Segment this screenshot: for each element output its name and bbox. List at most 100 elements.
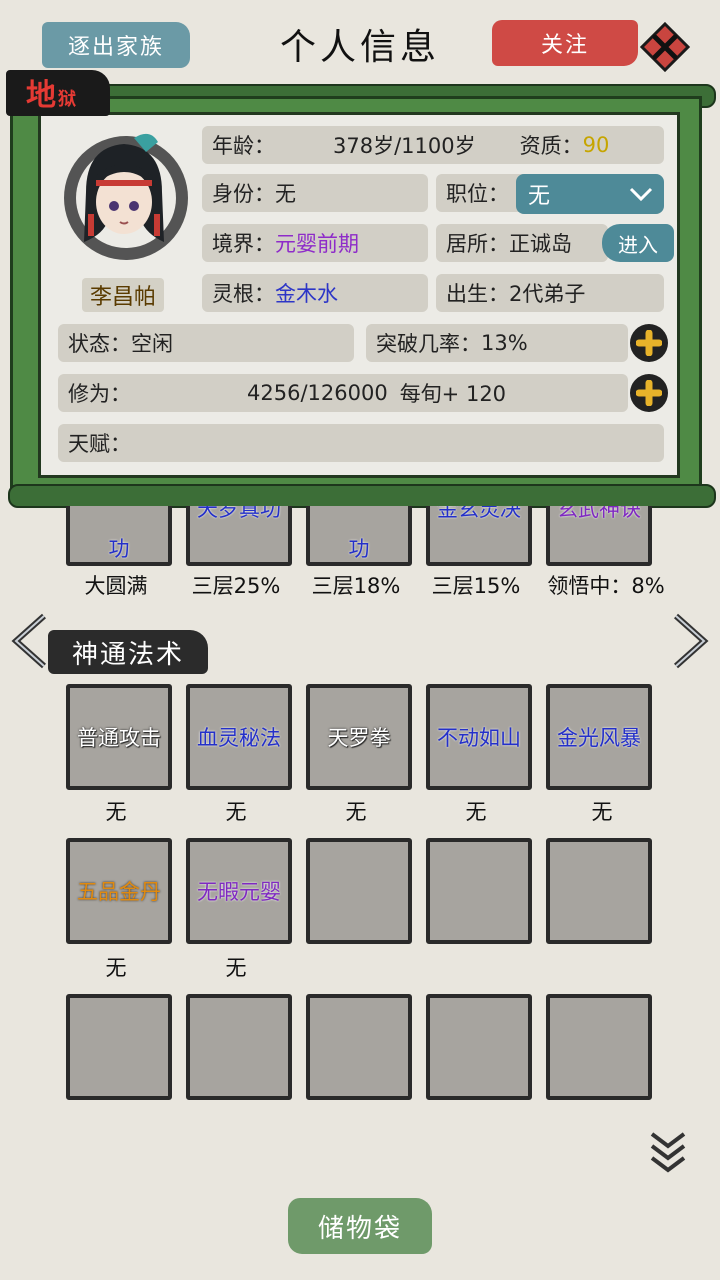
plus-icon — [636, 330, 662, 356]
realm-field: 境界： 元婴前期 — [202, 224, 428, 262]
technique-level: 三层15% — [431, 574, 521, 598]
technique-name: 功 — [348, 537, 370, 561]
technique-slot[interactable]: 功 — [306, 506, 412, 566]
age-aptitude-row: 年龄： 378岁/1100岁 资质： 90 — [202, 126, 664, 164]
spell-name: 金光风暴 — [557, 726, 641, 750]
spirit-root-value: 金木水 — [275, 282, 338, 306]
technique-name: 金玄灵决 — [437, 506, 521, 521]
character-portrait-icon — [64, 133, 188, 260]
empty-spell-slot[interactable] — [546, 838, 652, 944]
birth-value: 2代弟子 — [509, 282, 586, 306]
technique-slot[interactable]: 功 — [66, 506, 172, 566]
empty-spell-slot[interactable] — [546, 994, 652, 1100]
age-label: 年龄： — [212, 134, 275, 158]
spell-level: 无 — [225, 800, 247, 824]
rank-big-text: 地 — [26, 78, 56, 113]
enter-residence-button[interactable]: 进入 — [602, 224, 674, 262]
status-label: 状态： — [68, 332, 131, 356]
status-value: 空闲 — [131, 332, 173, 356]
technique-slot[interactable]: 金玄灵决 — [426, 506, 532, 566]
scroll-rod-bottom — [8, 484, 716, 508]
technique-level: 三层25% — [191, 574, 281, 598]
empty-spell-slot[interactable] — [306, 994, 412, 1100]
residence-field: 居所： 正诚岛 — [436, 224, 608, 262]
rank-small-text: 狱 — [58, 89, 76, 110]
status-field: 状态： 空闲 — [58, 324, 354, 362]
spell-level: 无 — [345, 800, 367, 824]
technique-level: 大圆满 — [84, 574, 148, 598]
rank-badge: 地 狱 — [6, 70, 110, 116]
chevron-left-icon — [11, 613, 46, 669]
spell-slot[interactable]: 无暇元婴 — [186, 838, 292, 944]
aptitude-value: 90 — [582, 133, 610, 157]
empty-spell-slot[interactable] — [426, 838, 532, 944]
spell-slot[interactable]: 不动如山 — [426, 684, 532, 790]
increase-breakthrough-button[interactable] — [630, 324, 668, 362]
position-dropdown[interactable]: 无 — [516, 174, 664, 214]
chevron-down-icon — [629, 187, 653, 202]
cultivation-value: 4256/126000 — [247, 381, 388, 405]
spells-section-title: 神通法术 — [48, 630, 208, 674]
empty-spell-slot[interactable] — [66, 994, 172, 1100]
spell-slot[interactable]: 血灵秘法 — [186, 684, 292, 790]
empty-spell-slot[interactable] — [426, 994, 532, 1100]
age-value: 378岁/1100岁 — [333, 134, 476, 158]
cultivation-label: 修为： — [68, 382, 131, 406]
aptitude-label: 资质： — [519, 134, 583, 158]
double-chevron-down-icon — [650, 1132, 686, 1173]
spell-name: 天罗拳 — [327, 726, 391, 750]
close-icon — [639, 21, 691, 73]
spell-level: 无 — [465, 800, 487, 824]
spell-slot[interactable]: 五品金丹 — [66, 838, 172, 944]
technique-slot[interactable]: 玄武神诀 — [546, 506, 652, 566]
talent-field: 天赋： — [58, 424, 664, 462]
follow-button[interactable]: 关注 — [492, 20, 638, 66]
empty-spell-slot[interactable] — [306, 838, 412, 944]
identity-label: 身份： — [212, 182, 275, 206]
spell-slot[interactable]: 普通攻击 — [66, 684, 172, 790]
chevron-right-icon — [674, 613, 709, 669]
avatar — [46, 122, 192, 268]
technique-slot[interactable]: 天罗真功 — [186, 506, 292, 566]
increase-cultivation-button[interactable] — [630, 374, 668, 412]
breakthrough-value: 13% — [481, 331, 528, 355]
storage-bag-button[interactable]: 储物袋 — [288, 1198, 432, 1254]
spell-name: 无暇元婴 — [197, 880, 281, 904]
spirit-root-label: 灵根： — [212, 282, 275, 306]
prev-page-button[interactable] — [10, 612, 50, 674]
realm-label: 境界： — [212, 232, 275, 256]
birth-field: 出生： 2代弟子 — [436, 274, 664, 312]
spell-level: 无 — [591, 800, 613, 824]
technique-level: 领悟中：8% — [547, 574, 665, 598]
breakthrough-field: 突破几率： 13% — [366, 324, 628, 362]
character-name: 李昌帕 — [82, 278, 164, 312]
spell-name: 五品金丹 — [77, 880, 161, 904]
cultivation-per-turn: 每旬+ 120 — [399, 382, 507, 406]
technique-name: 功 — [108, 537, 130, 561]
breakthrough-label: 突破几率： — [376, 332, 481, 356]
spell-slot[interactable]: 天罗拳 — [306, 684, 412, 790]
spell-slot[interactable]: 金光风暴 — [546, 684, 652, 790]
identity-field: 身份： 无 — [202, 174, 428, 212]
technique-name: 天罗真功 — [197, 506, 281, 521]
empty-spell-slot[interactable] — [186, 994, 292, 1100]
position-label: 职位： — [446, 182, 509, 206]
plus-icon — [636, 380, 662, 406]
close-button[interactable] — [639, 21, 691, 73]
page-title: 个人信息 — [279, 27, 440, 68]
spirit-root-field: 灵根： 金木水 — [202, 274, 428, 312]
realm-value: 元婴前期 — [275, 232, 359, 256]
technique-level: 三层18% — [311, 574, 401, 598]
next-page-button[interactable] — [670, 612, 710, 674]
residence-label: 居所： — [446, 232, 509, 256]
expel-from-clan-button[interactable]: 逐出家族 — [42, 22, 190, 68]
birth-label: 出生： — [446, 282, 509, 306]
spell-level: 无 — [105, 956, 127, 980]
spell-name: 不动如山 — [437, 726, 521, 750]
cultivation-field: 修为： 4256/126000 每旬+ 120 — [58, 374, 628, 412]
spell-level: 无 — [225, 956, 247, 980]
residence-value: 正诚岛 — [509, 232, 572, 256]
talent-label: 天赋： — [68, 432, 131, 456]
technique-name: 玄武神诀 — [557, 506, 641, 521]
expand-more-button[interactable] — [648, 1128, 688, 1178]
